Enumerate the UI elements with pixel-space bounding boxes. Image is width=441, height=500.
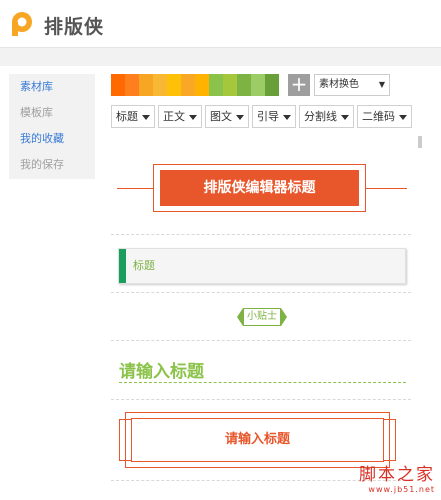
template-heading-bar[interactable]: 标题 <box>118 248 406 284</box>
category-tabs: 标题 正文 图文 引导 分割线 二维码 <box>111 105 415 128</box>
caret-down-icon <box>236 114 244 120</box>
color-swatch-1[interactable] <box>111 74 125 96</box>
tab-body-text-label: 正文 <box>163 110 185 123</box>
app-title: 排版侠 <box>44 16 105 38</box>
tab-image-text[interactable]: 图文 <box>205 105 249 128</box>
tab-guide-label: 引导 <box>257 110 279 123</box>
color-swatch-11[interactable] <box>251 74 265 96</box>
tab-title-label: 标题 <box>116 110 138 123</box>
caret-down-icon <box>142 114 150 120</box>
caret-down-icon <box>283 114 291 120</box>
scrollbar[interactable] <box>418 136 422 148</box>
template-heading-label: 标题 <box>133 259 155 272</box>
top-band <box>0 48 441 66</box>
caret-down-icon <box>399 114 407 120</box>
color-swatch-3[interactable] <box>139 74 153 96</box>
main-panel: + 素材换色 ▼ 标题 正文 图文 引导 分割线 二维码 排版侠编辑器标题 标题… <box>100 66 430 500</box>
tab-image-text-label: 图文 <box>210 110 232 123</box>
color-palette <box>111 74 279 96</box>
color-swatch-5[interactable] <box>167 74 181 96</box>
watermark-logo: 脚本之家 www.jb51.net <box>335 460 435 494</box>
divider <box>111 234 411 235</box>
material-color-select-label: 素材换色 <box>319 79 359 90</box>
template-green-underline <box>119 382 406 383</box>
template-tip-label: 小贴士 <box>243 308 281 326</box>
tab-body-text[interactable]: 正文 <box>158 105 202 128</box>
tab-qrcode[interactable]: 二维码 <box>357 105 412 128</box>
color-swatch-8[interactable] <box>209 74 223 96</box>
tab-title[interactable]: 标题 <box>111 105 155 128</box>
sidebar-item-my-saved[interactable]: 我的保存 <box>9 152 95 178</box>
template-green-title[interactable]: 请输入标题 <box>119 357 204 382</box>
divider <box>111 399 411 400</box>
color-swatch-2[interactable] <box>125 74 139 96</box>
tab-qrcode-label: 二维码 <box>362 110 395 123</box>
sidebar: 素材库 模板库 我的收藏 我的保存 <box>9 74 95 179</box>
color-swatch-9[interactable] <box>223 74 237 96</box>
tab-divider[interactable]: 分割线 <box>299 105 354 128</box>
template-tip-badge[interactable]: 小贴士 <box>237 308 287 326</box>
color-swatch-4[interactable] <box>153 74 167 96</box>
divider <box>111 340 411 341</box>
color-swatch-12[interactable] <box>265 74 279 96</box>
add-color-button[interactable]: + <box>288 74 310 96</box>
tab-divider-label: 分割线 <box>304 110 337 123</box>
template-title-banner[interactable]: 排版侠编辑器标题 <box>160 170 359 206</box>
divider <box>111 292 411 293</box>
app-header: 排版侠 <box>0 0 441 48</box>
sidebar-item-material-library[interactable]: 素材库 <box>9 74 95 100</box>
material-color-select[interactable]: 素材换色 ▼ <box>314 74 390 96</box>
color-swatch-10[interactable] <box>237 74 251 96</box>
watermark-url: www.jb51.net <box>368 485 435 494</box>
heading-accent-bar <box>119 249 126 283</box>
caret-down-icon <box>189 114 197 120</box>
color-swatch-6[interactable] <box>181 74 195 96</box>
logo-icon <box>12 12 32 36</box>
watermark-text: 脚本之家 <box>359 465 435 485</box>
badge-right-arrow <box>281 308 287 326</box>
dropdown-arrow-icon: ▼ <box>378 80 385 89</box>
sidebar-item-template-library[interactable]: 模板库 <box>9 100 95 126</box>
template-framed-title[interactable]: 请输入标题 <box>131 418 384 462</box>
tab-guide[interactable]: 引导 <box>252 105 296 128</box>
plus-icon: + <box>290 72 308 96</box>
caret-down-icon <box>341 114 349 120</box>
sidebar-item-my-favorites[interactable]: 我的收藏 <box>9 126 95 152</box>
color-swatch-7[interactable] <box>195 74 209 96</box>
